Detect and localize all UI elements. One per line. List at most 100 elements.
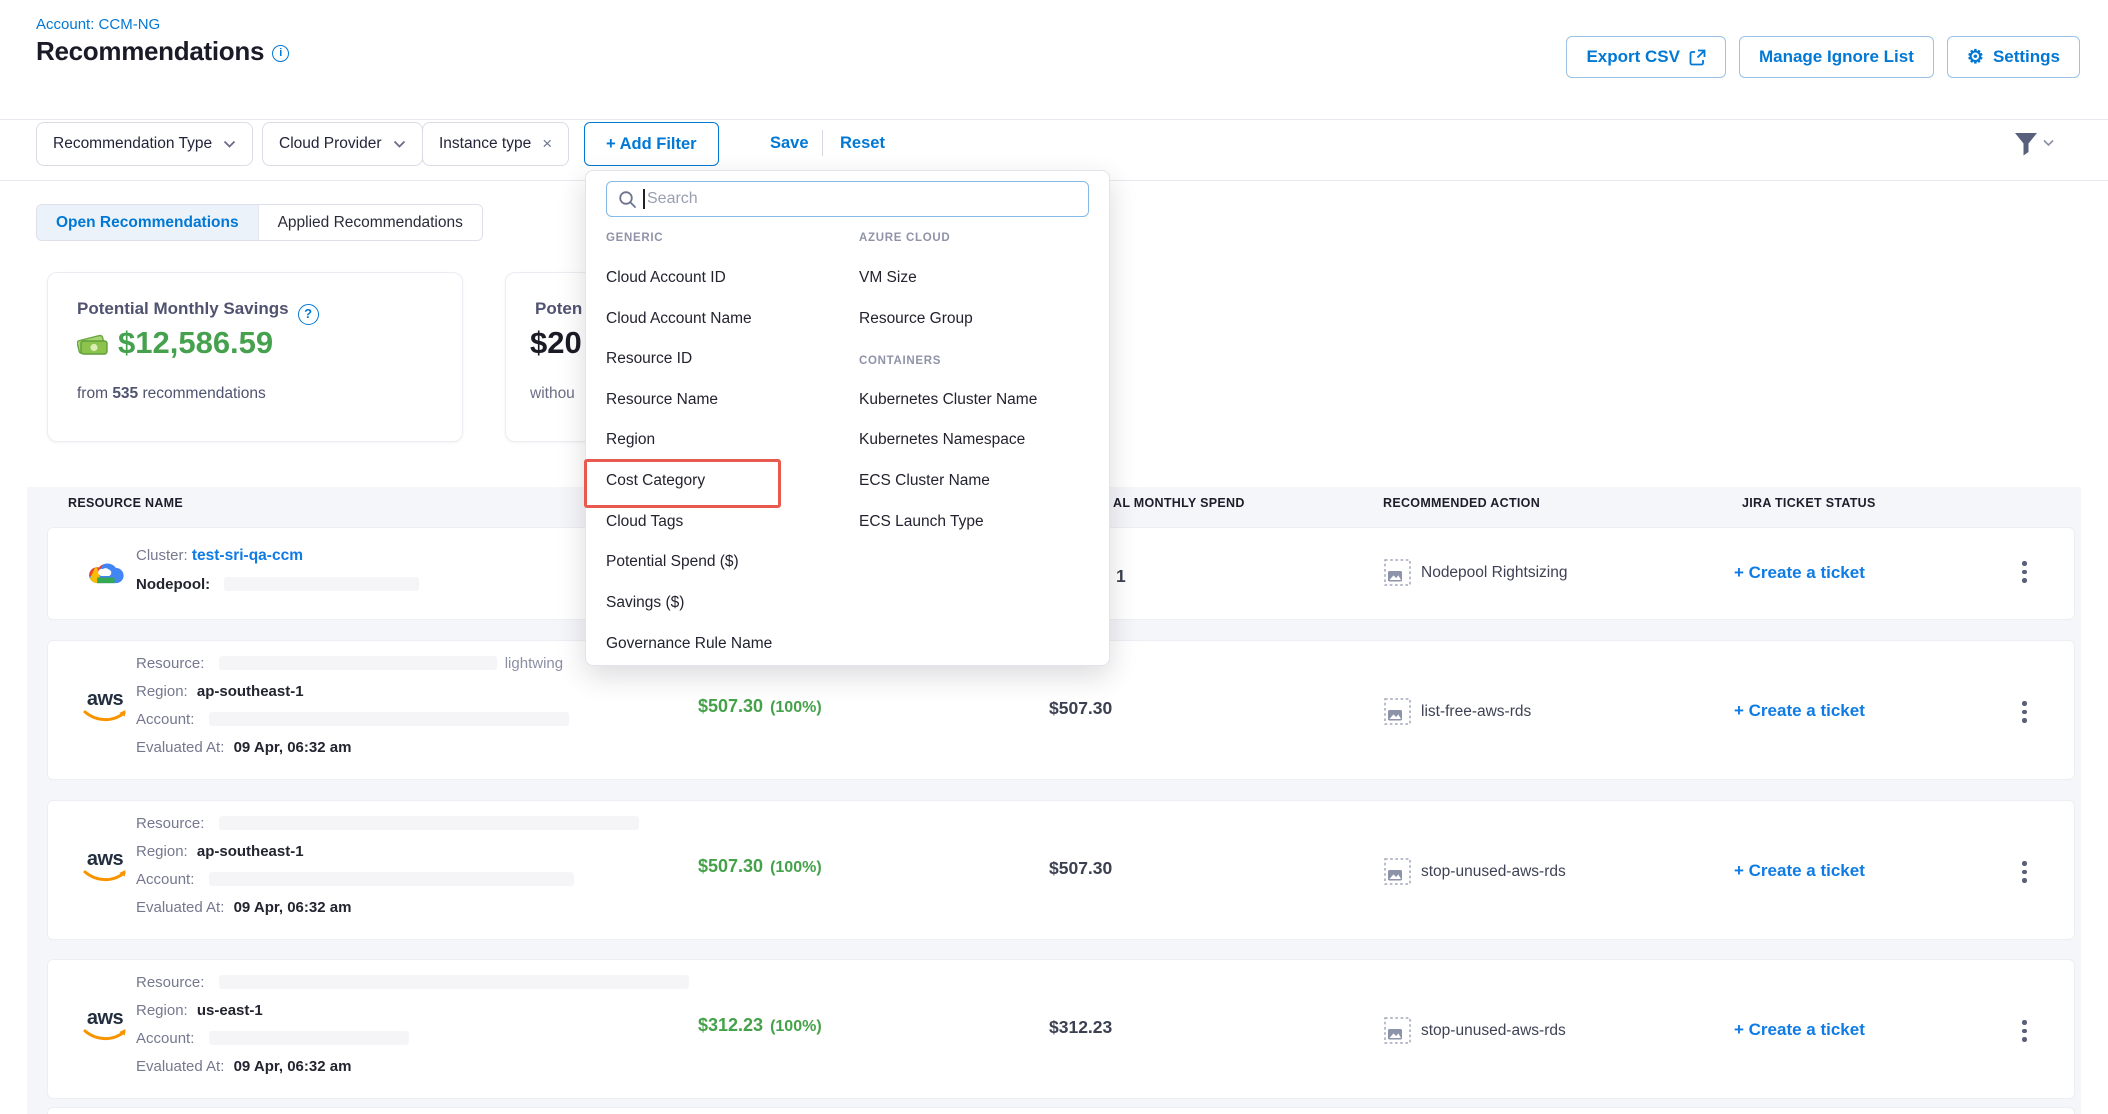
export-csv-button[interactable]: Export CSV bbox=[1566, 36, 1726, 78]
manage-ignore-list-label: Manage Ignore List bbox=[1759, 47, 1914, 67]
card-title-partial: Poten bbox=[535, 299, 582, 319]
dropdown-item-resource-group[interactable]: Resource Group bbox=[859, 310, 973, 328]
dropdown-item-cloud-account-name[interactable]: Cloud Account Name bbox=[606, 310, 752, 328]
dropdown-item-savings[interactable]: Savings ($) bbox=[606, 594, 684, 612]
row-menu-button[interactable] bbox=[2018, 857, 2031, 887]
settings-label: Settings bbox=[1993, 47, 2060, 67]
cluster-line: Cluster: test-sri-qa-ccm bbox=[136, 547, 303, 565]
account-line: Account: bbox=[136, 1030, 409, 1047]
dropdown-item-governance-rule-name[interactable]: Governance Rule Name bbox=[606, 635, 772, 653]
evaluated-label: Evaluated At: bbox=[136, 739, 224, 756]
aws-icon: aws bbox=[81, 1008, 129, 1047]
chip-label: Instance type bbox=[439, 135, 531, 153]
tab-applied-recommendations[interactable]: Applied Recommendations bbox=[258, 205, 482, 240]
column-header-resource-name: RESOURCE NAME bbox=[68, 496, 183, 510]
table-row[interactable]: aws Resource: Region: ap-southeast-1 Acc… bbox=[47, 800, 2075, 940]
dropdown-item-resource-id[interactable]: Resource ID bbox=[606, 350, 692, 368]
region-value: us-east-1 bbox=[197, 1002, 263, 1019]
dropdown-item-potential-spend[interactable]: Potential Spend ($) bbox=[606, 553, 739, 571]
row-menu-button[interactable] bbox=[2018, 557, 2031, 587]
resource-label: Resource: bbox=[136, 815, 204, 832]
column-header-jira-ticket-status: JIRA TICKET STATUS bbox=[1742, 496, 1876, 510]
close-icon[interactable]: × bbox=[542, 139, 552, 149]
dropdown-item-kubernetes-namespace[interactable]: Kubernetes Namespace bbox=[859, 431, 1025, 449]
manage-ignore-list-button[interactable]: Manage Ignore List bbox=[1739, 36, 1934, 78]
resource-line: Resource: bbox=[136, 974, 689, 991]
aws-icon: aws bbox=[81, 689, 129, 728]
section-title-generic: GENERIC bbox=[606, 232, 663, 244]
dropdown-item-cloud-account-id[interactable]: Cloud Account ID bbox=[606, 269, 726, 287]
savings-amount: $12,586.59 bbox=[118, 325, 273, 361]
save-filter-button[interactable]: Save bbox=[770, 134, 809, 153]
spend-value-partial: 1 bbox=[1116, 566, 1126, 587]
row-menu-button[interactable] bbox=[2018, 1016, 2031, 1046]
settings-button[interactable]: ⚙ Settings bbox=[1947, 36, 2080, 78]
info-icon[interactable]: i bbox=[272, 45, 289, 62]
cluster-link[interactable]: test-sri-qa-ccm bbox=[192, 547, 303, 564]
resource-line: Resource: lightwing bbox=[136, 655, 563, 672]
dropdown-item-cloud-tags[interactable]: Cloud Tags bbox=[606, 513, 683, 531]
dropdown-item-ecs-cluster-name[interactable]: ECS Cluster Name bbox=[859, 472, 990, 490]
savings-percent: (100%) bbox=[770, 859, 822, 876]
column-header-recommended-action: RECOMMENDED ACTION bbox=[1383, 496, 1540, 510]
reset-filter-button[interactable]: Reset bbox=[840, 134, 885, 153]
spend-value: $507.30 bbox=[1049, 698, 1112, 719]
filter-chip-instance-type[interactable]: Instance type × bbox=[422, 122, 569, 166]
evaluated-label: Evaluated At: bbox=[136, 1058, 224, 1075]
help-icon[interactable]: ? bbox=[298, 304, 319, 325]
cost-category-highlight-box bbox=[584, 459, 781, 508]
evaluated-line: Evaluated At: 09 Apr, 06:32 am bbox=[136, 1058, 351, 1075]
action-label: stop-unused-aws-rds bbox=[1421, 863, 1566, 881]
row-menu-button[interactable] bbox=[2018, 697, 2031, 727]
page-title-text: Recommendations bbox=[36, 36, 264, 66]
dropdown-item-vm-size[interactable]: VM Size bbox=[859, 269, 917, 287]
resource-tail: lightwing bbox=[505, 655, 563, 672]
create-ticket-link[interactable]: + Create a ticket bbox=[1734, 701, 1865, 721]
redacted-value bbox=[209, 872, 574, 886]
resource-label: Resource: bbox=[136, 655, 204, 672]
recommendations-page: Account: CCM-NG Recommendations i Export … bbox=[0, 0, 2108, 1114]
section-title-containers: CONTAINERS bbox=[859, 355, 941, 367]
dropdown-item-region[interactable]: Region bbox=[606, 431, 655, 449]
create-ticket-link[interactable]: + Create a ticket bbox=[1734, 1020, 1865, 1040]
account-label: Account: bbox=[136, 711, 194, 728]
broken-image-icon bbox=[1384, 858, 1411, 885]
evaluated-value: 09 Apr, 06:32 am bbox=[234, 739, 352, 756]
page-title: Recommendations i bbox=[36, 36, 289, 67]
create-ticket-link[interactable]: + Create a ticket bbox=[1734, 563, 1865, 583]
savings-amount: $507.30 bbox=[698, 856, 763, 876]
redacted-value bbox=[209, 1031, 409, 1045]
add-filter-button[interactable]: + Add Filter bbox=[584, 122, 719, 166]
redacted-value bbox=[219, 975, 689, 989]
chip-label: Cloud Provider bbox=[279, 135, 382, 153]
filter-chip-cloud-provider[interactable]: Cloud Provider bbox=[262, 122, 423, 166]
account-label: Account: bbox=[136, 1030, 194, 1047]
text-cursor bbox=[643, 189, 645, 209]
column-header-total-monthly-spend: AL MONTHLY SPEND bbox=[1113, 496, 1245, 510]
action-label: stop-unused-aws-rds bbox=[1421, 1022, 1566, 1040]
nodepool-line: Nodepool: bbox=[136, 576, 419, 593]
savings-cell: $507.30(100%) bbox=[698, 696, 822, 717]
gcp-icon bbox=[86, 556, 124, 588]
evaluated-value: 09 Apr, 06:32 am bbox=[234, 1058, 352, 1075]
savings-amount: $312.23 bbox=[698, 1015, 763, 1035]
dropdown-item-ecs-launch-type[interactable]: ECS Launch Type bbox=[859, 513, 984, 531]
region-label: Region: bbox=[136, 1002, 188, 1019]
table-row[interactable]: aws Resource: Region: us-east-1 Account:… bbox=[47, 959, 2075, 1099]
create-ticket-link[interactable]: + Create a ticket bbox=[1734, 861, 1865, 881]
dropdown-item-resource-name[interactable]: Resource Name bbox=[606, 391, 718, 409]
tab-open-recommendations[interactable]: Open Recommendations bbox=[37, 205, 258, 240]
savings-percent: (100%) bbox=[770, 699, 822, 716]
search-input[interactable] bbox=[606, 181, 1089, 217]
region-line: Region: us-east-1 bbox=[136, 1002, 263, 1019]
breadcrumb[interactable]: Account: CCM-NG bbox=[36, 16, 160, 33]
section-title-azure-cloud: AZURE CLOUD bbox=[859, 232, 950, 244]
filter-chip-recommendation-type[interactable]: Recommendation Type bbox=[36, 122, 253, 166]
money-icon bbox=[77, 331, 109, 355]
savings-subtitle: from 535 recommendations bbox=[77, 385, 266, 403]
filter-panel-toggle[interactable] bbox=[2012, 129, 2054, 157]
recommended-action: Nodepool Rightsizing bbox=[1384, 559, 1567, 586]
nodepool-label: Nodepool: bbox=[136, 576, 210, 593]
dropdown-item-kubernetes-cluster-name[interactable]: Kubernetes Cluster Name bbox=[859, 391, 1037, 409]
filter-bar-divider bbox=[822, 130, 823, 156]
